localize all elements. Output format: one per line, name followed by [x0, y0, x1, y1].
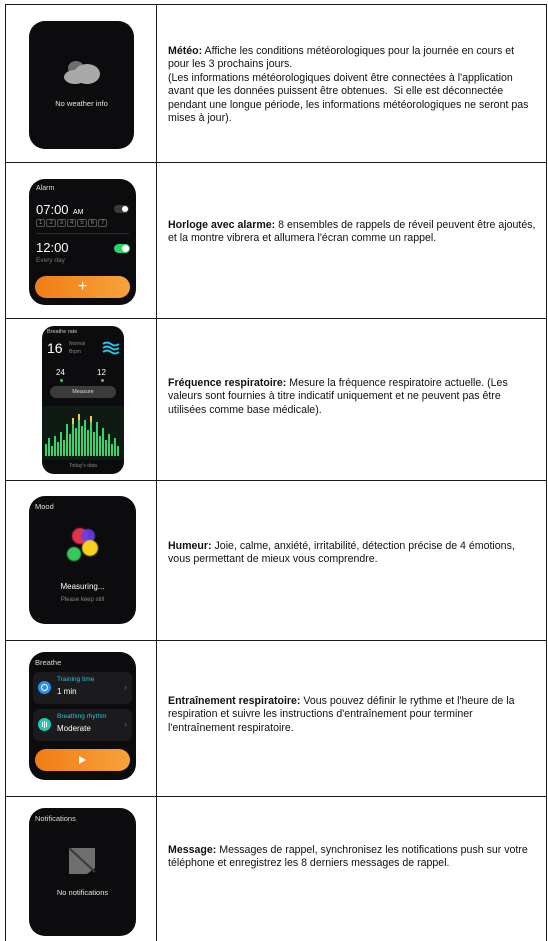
- notifications-description: Message: Messages de rappel, synchronise…: [168, 844, 536, 871]
- alarm-2-time: 12:00: [36, 240, 69, 255]
- alarm-2-repeat: Every day: [36, 257, 65, 264]
- breathe-training-title: Entraînement respiratoire:: [168, 695, 301, 707]
- alarm-1-row: 07:00 AM: [36, 201, 84, 219]
- mood-header: Mood: [35, 502, 54, 511]
- chevron-right-icon: ›: [124, 682, 127, 692]
- measure-button-label: Measure: [72, 389, 94, 395]
- min-indicator-dot: [101, 379, 104, 382]
- alarm-divider: [36, 233, 129, 234]
- day-chip: 3: [56, 219, 67, 227]
- watch-screen-notifications: Notifications No notifications: [29, 808, 136, 936]
- row-breathe-training: Breathe Training time 1 min › Breathing …: [6, 640, 546, 797]
- day-chip: 4: [67, 219, 77, 227]
- notifications-empty-label: No notifications: [56, 888, 109, 897]
- mood-text: Joie, calme, anxiété, irritabilité, déte…: [168, 540, 515, 566]
- lung-waves-icon: [102, 341, 120, 355]
- alarm-header: Alarm: [36, 185, 55, 192]
- breathing-rhythm-item[interactable]: Breathing rhythm Moderate ›: [33, 709, 132, 741]
- breathe-rate-description: Fréquence respiratoire: Mesure la fréque…: [168, 377, 536, 417]
- plus-icon: +: [77, 278, 88, 295]
- breathe-rate-unit: Brpm: [69, 349, 81, 355]
- row-notifications: Notifications No notifications Message: …: [6, 796, 546, 941]
- alarm-2-toggle[interactable]: [114, 244, 130, 253]
- watch-screen-breathe-rate: Breathe rate 16 Normal Brpm 24 12 Measur…: [42, 326, 124, 474]
- row-breathe-rate: Breathe rate 16 Normal Brpm 24 12 Measur…: [6, 318, 546, 481]
- day-chip: 6: [87, 219, 98, 227]
- breathe-rate-value: 16: [47, 340, 63, 356]
- clock-icon: [38, 681, 51, 694]
- alarm-description: Horloge avec alarme: 8 ensembles de rapp…: [168, 219, 536, 246]
- alarm-title: Horloge avec alarme:: [168, 219, 276, 231]
- watch-screen-weather: No weather info: [29, 21, 134, 149]
- play-icon: [79, 756, 86, 764]
- breathe-rate-bar-chart: [42, 406, 124, 460]
- day-chip: 2: [46, 219, 56, 227]
- breathe-training-header: Breathe: [35, 658, 62, 667]
- breathe-rate-min: 12: [97, 368, 106, 377]
- watch-screen-mood: Mood Measuring... Please keep still: [29, 496, 136, 624]
- day-chip: 1: [36, 219, 46, 227]
- mood-description: Humeur: Joie, calme, anxiété, irritabili…: [168, 540, 536, 567]
- notifications-header: Notifications: [35, 814, 76, 823]
- mood-title: Humeur:: [168, 540, 212, 552]
- mood-color-orbs: [67, 528, 98, 561]
- day-chip: 5: [77, 219, 87, 227]
- weather-text: Affiche les conditions météorologiques p…: [168, 45, 529, 125]
- mood-status: Measuring...: [60, 582, 105, 591]
- breathing-rhythm-label: Breathing rhythm: [57, 713, 107, 720]
- breathing-rhythm-value: Moderate: [57, 724, 91, 733]
- measure-button[interactable]: Measure: [50, 386, 116, 398]
- row-mood: Mood Measuring... Please keep still Hume…: [6, 480, 546, 641]
- start-breathing-button[interactable]: [35, 749, 130, 771]
- row-alarm: Alarm 07:00 AM 1 2 3 4 5 6 7 12:00 Every…: [6, 162, 546, 319]
- breathe-rate-title: Fréquence respiratoire:: [168, 377, 287, 389]
- training-time-item[interactable]: Training time 1 min ›: [33, 672, 132, 704]
- mood-hint: Please keep still: [60, 597, 105, 603]
- empty-message-icon: [68, 847, 96, 874]
- breathe-rate-header: Breathe rate: [47, 329, 78, 335]
- breathe-training-description: Entraînement respiratoire: Vous pouvez d…: [168, 695, 536, 735]
- breathe-rate-status: Normal: [69, 341, 86, 347]
- add-alarm-button[interactable]: +: [35, 276, 130, 298]
- alarm-1-days: 1 2 3 4 5 6 7: [36, 219, 108, 227]
- chevron-right-icon: ›: [124, 719, 127, 729]
- alarm-1-toggle[interactable]: [114, 205, 129, 213]
- weather-description: Météo: Affiche les conditions météorolog…: [168, 45, 536, 125]
- alarm-1-ampm: AM: [73, 209, 84, 216]
- feature-table: No weather info Météo: Affiche les condi…: [5, 4, 547, 941]
- watch-screen-alarm: Alarm 07:00 AM 1 2 3 4 5 6 7 12:00 Every…: [29, 179, 136, 305]
- weather-title: Météo:: [168, 45, 203, 57]
- breathe-rate-max: 24: [56, 368, 65, 377]
- chart-footer-label: Today's data: [69, 463, 97, 469]
- max-indicator-dot: [60, 379, 63, 382]
- notifications-title: Message:: [168, 844, 217, 856]
- notifications-text: Messages de rappel, synchronisez les not…: [168, 844, 528, 870]
- watch-screen-breathe-training: Breathe Training time 1 min › Breathing …: [29, 652, 136, 780]
- weather-status-label: No weather info: [55, 99, 108, 108]
- row-weather: No weather info Météo: Affiche les condi…: [6, 5, 546, 163]
- training-time-value: 1 min: [57, 687, 77, 696]
- rhythm-icon: [38, 718, 51, 731]
- training-time-label: Training time: [57, 676, 95, 683]
- alarm-1-time: 07:00: [36, 202, 69, 217]
- day-chip: 7: [98, 219, 108, 227]
- cloud-icon: [64, 61, 100, 84]
